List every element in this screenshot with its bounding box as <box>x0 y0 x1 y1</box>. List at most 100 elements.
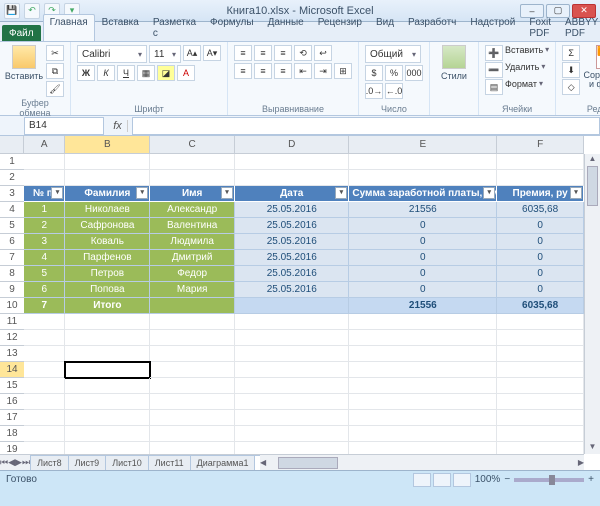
format-cells-button[interactable]: ▤Формат▾ <box>485 79 543 95</box>
row-header-3[interactable]: 3 <box>0 186 24 202</box>
cell-F18[interactable] <box>497 426 584 442</box>
comma-icon[interactable]: 000 <box>405 65 423 81</box>
cell-F1[interactable] <box>497 154 584 170</box>
cell-E11[interactable] <box>349 314 497 330</box>
cell-A16[interactable] <box>24 394 65 410</box>
sheet-tab-Диаграмма1[interactable]: Диаграмма1 <box>190 455 256 470</box>
autosum-icon[interactable]: Σ <box>562 45 580 61</box>
cell-D8[interactable]: 25.05.2016 <box>235 266 349 282</box>
increase-decimal-icon[interactable]: .0→ <box>365 83 383 99</box>
cell-E1[interactable] <box>349 154 497 170</box>
cell-F15[interactable] <box>497 378 584 394</box>
cell-D19[interactable] <box>235 442 349 454</box>
sheet-nav-next-icon[interactable]: ▶ <box>15 457 22 468</box>
filter-dropdown-icon[interactable]: ▾ <box>136 187 148 199</box>
row-header-7[interactable]: 7 <box>0 250 24 266</box>
tab-вид[interactable]: Вид <box>369 14 401 41</box>
cell-C19[interactable] <box>150 442 235 454</box>
cell-F2[interactable] <box>497 170 584 186</box>
cell-D13[interactable] <box>235 346 349 362</box>
save-icon[interactable]: 💾 <box>4 3 20 19</box>
cell-F4[interactable]: 6035,68 <box>497 202 584 218</box>
filter-dropdown-icon[interactable]: ▾ <box>51 187 63 199</box>
cell-A13[interactable] <box>24 346 65 362</box>
cell-E6[interactable]: 0 <box>349 234 497 250</box>
align-bottom-icon[interactable]: ≡ <box>274 45 292 61</box>
percent-icon[interactable]: % <box>385 65 403 81</box>
cell-A2[interactable] <box>24 170 65 186</box>
cell-C13[interactable] <box>150 346 235 362</box>
cell-C1[interactable] <box>150 154 235 170</box>
cell-B1[interactable] <box>65 154 150 170</box>
decrease-indent-icon[interactable]: ⇤ <box>294 63 312 79</box>
cell-F12[interactable] <box>497 330 584 346</box>
page-layout-view-icon[interactable] <box>433 473 451 487</box>
vertical-scrollbar[interactable]: ▲ ▼ <box>584 154 600 454</box>
font-color-button[interactable]: A <box>177 65 195 81</box>
cell-E8[interactable]: 0 <box>349 266 497 282</box>
cell-D1[interactable] <box>235 154 349 170</box>
tab-формулы[interactable]: Формулы <box>203 14 261 41</box>
sheet-tab-Лист8[interactable]: Лист8 <box>30 455 69 470</box>
tab-file[interactable]: Файл <box>2 25 41 41</box>
horizontal-scrollbar[interactable]: ◀ ▶ <box>260 454 584 470</box>
bold-button[interactable]: Ж <box>77 65 95 81</box>
row-header-4[interactable]: 4 <box>0 202 24 218</box>
clear-icon[interactable]: ◇ <box>562 79 580 95</box>
decrease-font-icon[interactable]: A▾ <box>203 45 221 61</box>
undo-icon[interactable]: ↶ <box>24 3 40 19</box>
cell-B4[interactable]: Николаев <box>65 202 150 218</box>
cell-F16[interactable] <box>497 394 584 410</box>
filter-dropdown-icon[interactable]: ▾ <box>335 187 347 199</box>
cut-icon[interactable]: ✂ <box>46 45 64 61</box>
align-left-icon[interactable]: ≡ <box>234 63 252 79</box>
orientation-icon[interactable]: ⟲ <box>294 45 312 61</box>
fill-color-button[interactable]: ◪ <box>157 65 175 81</box>
cell-A10[interactable]: 7 <box>24 298 65 314</box>
cell-F5[interactable]: 0 <box>497 218 584 234</box>
cell-C15[interactable] <box>150 378 235 394</box>
cell-F9[interactable]: 0 <box>497 282 584 298</box>
cell-C18[interactable] <box>150 426 235 442</box>
row-header-9[interactable]: 9 <box>0 282 24 298</box>
wrap-text-icon[interactable]: ↩ <box>314 45 332 61</box>
cell-C6[interactable]: Людмила <box>150 234 235 250</box>
tab-разметка с[interactable]: Разметка с <box>146 14 203 41</box>
cell-B10[interactable]: Итого <box>65 298 150 314</box>
tab-надстрой[interactable]: Надстрой <box>463 14 522 41</box>
tab-вставка[interactable]: Вставка <box>95 14 146 41</box>
cell-D11[interactable] <box>235 314 349 330</box>
filter-dropdown-icon[interactable]: ▾ <box>483 187 495 199</box>
cell-F17[interactable] <box>497 410 584 426</box>
vscroll-thumb[interactable] <box>587 166 598 206</box>
normal-view-icon[interactable] <box>413 473 431 487</box>
cell-E15[interactable] <box>349 378 497 394</box>
zoom-in-icon[interactable]: + <box>588 474 594 485</box>
underline-button[interactable]: Ч <box>117 65 135 81</box>
row-header-12[interactable]: 12 <box>0 330 24 346</box>
align-top-icon[interactable]: ≡ <box>234 45 252 61</box>
cell-D7[interactable]: 25.05.2016 <box>235 250 349 266</box>
cell-D14[interactable] <box>235 362 349 378</box>
cell-C17[interactable] <box>150 410 235 426</box>
cell-C11[interactable] <box>150 314 235 330</box>
row-header-16[interactable]: 16 <box>0 394 24 410</box>
cell-B17[interactable] <box>65 410 150 426</box>
cell-C12[interactable] <box>150 330 235 346</box>
cell-D3[interactable]: Дата▾ <box>235 186 349 202</box>
font-size-combo[interactable]: 11▾ <box>149 45 181 63</box>
cell-D15[interactable] <box>235 378 349 394</box>
cell-E5[interactable]: 0 <box>349 218 497 234</box>
cell-B11[interactable] <box>65 314 150 330</box>
tab-данные[interactable]: Данные <box>261 14 311 41</box>
cell-C7[interactable]: Дмитрий <box>150 250 235 266</box>
cell-area[interactable]: № п/▾Фамилия▾Имя▾Дата▾Сумма заработной п… <box>24 154 584 454</box>
row-header-11[interactable]: 11 <box>0 314 24 330</box>
align-center-icon[interactable]: ≡ <box>254 63 272 79</box>
cell-A3[interactable]: № п/▾ <box>24 186 65 202</box>
tab-abbyy pdf[interactable]: ABBYY PDF <box>558 14 600 41</box>
increase-indent-icon[interactable]: ⇥ <box>314 63 332 79</box>
cell-F14[interactable] <box>497 362 584 378</box>
cell-D5[interactable]: 25.05.2016 <box>235 218 349 234</box>
cell-A6[interactable]: 3 <box>24 234 65 250</box>
